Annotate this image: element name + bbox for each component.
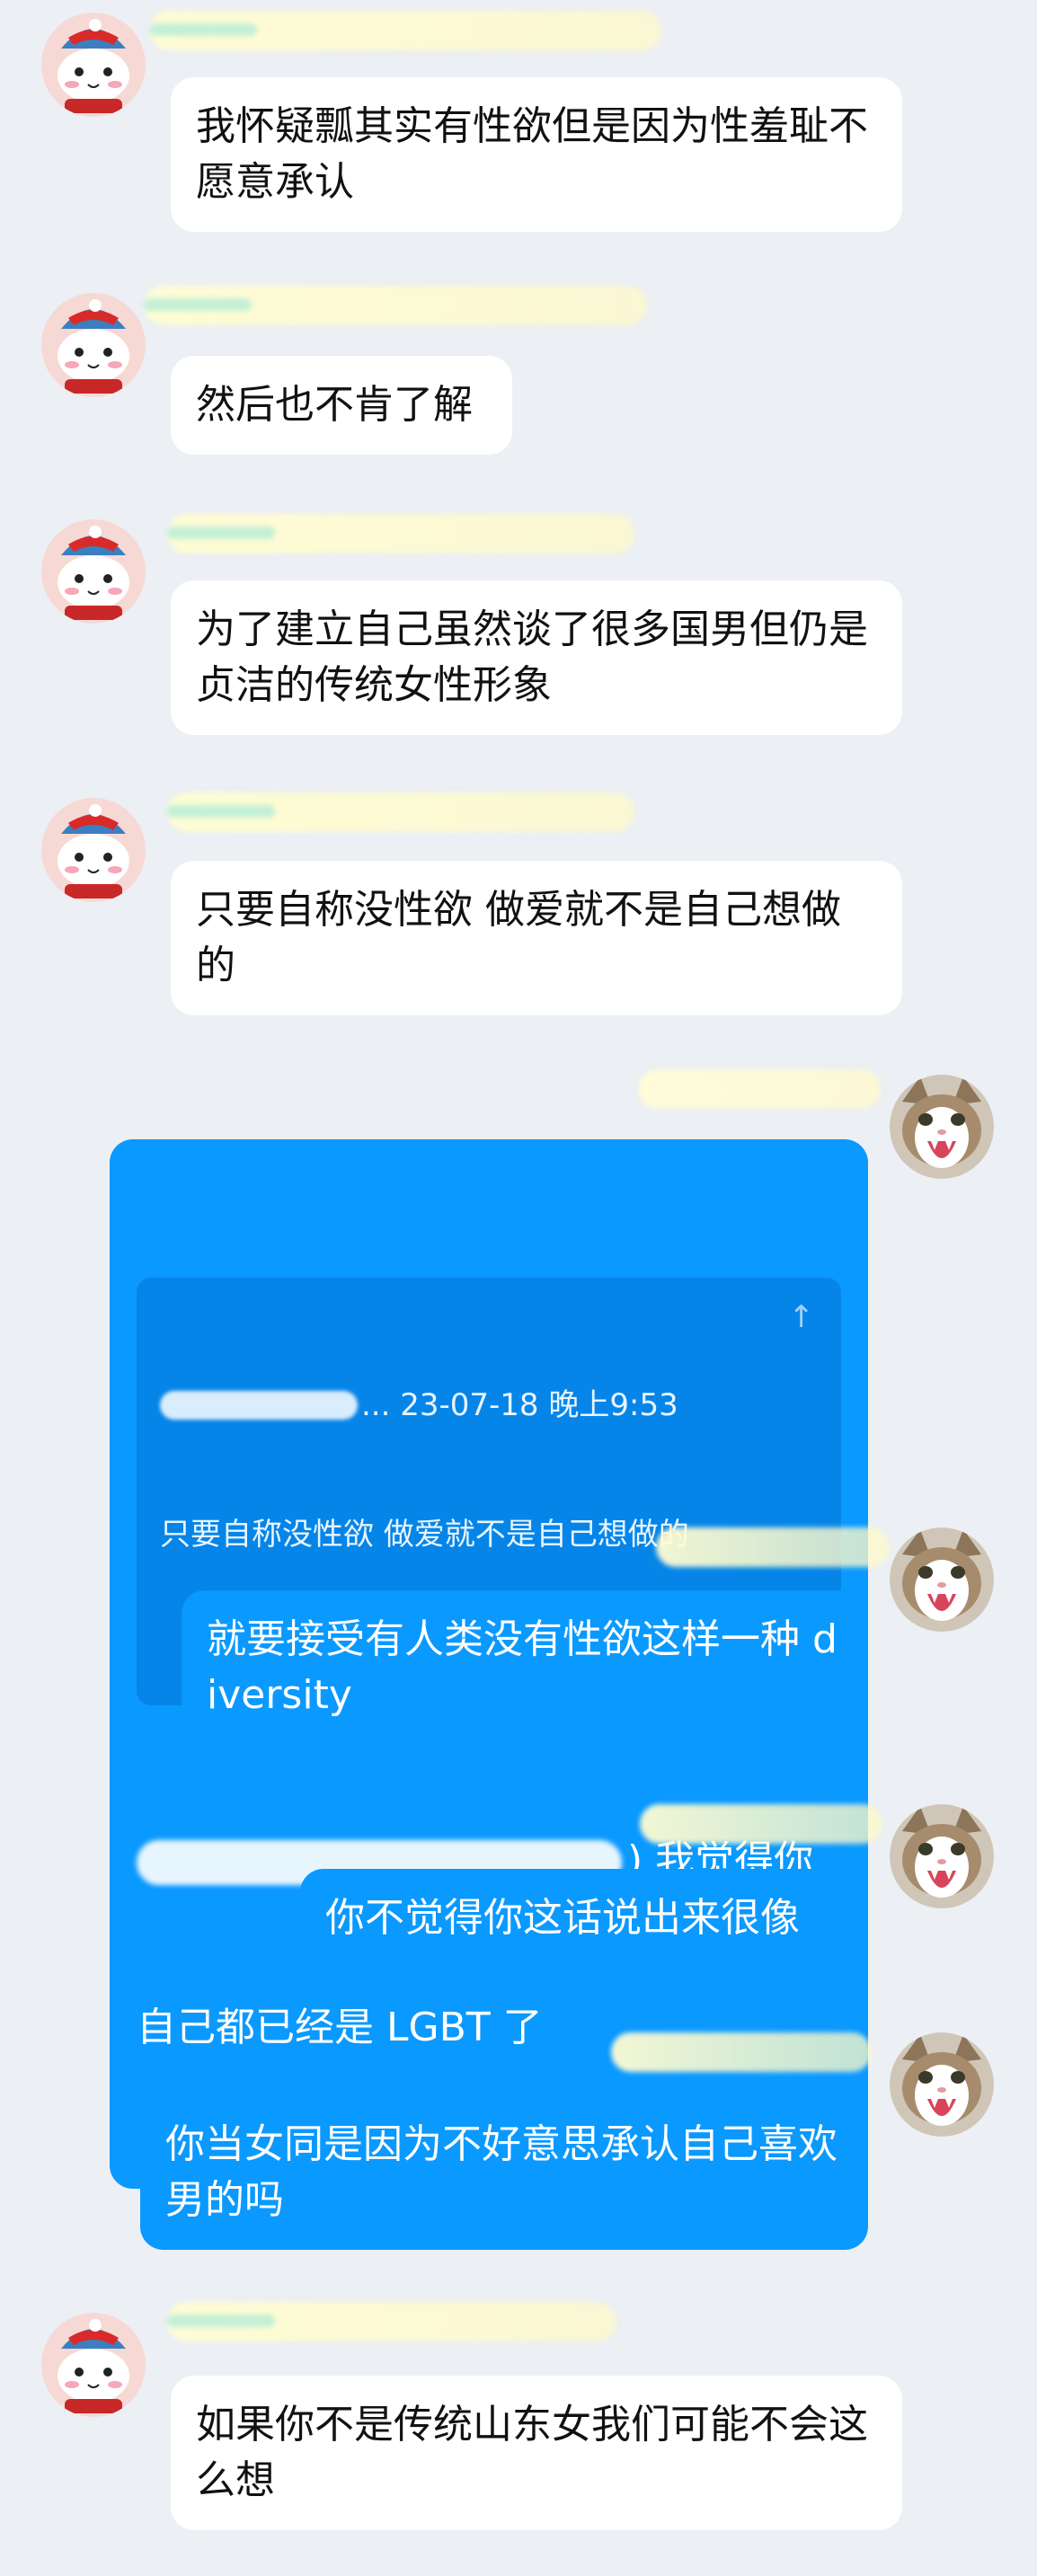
cartoon-cat-avatar-icon[interactable] xyxy=(41,293,146,397)
sender-name-redacted xyxy=(611,2032,872,2072)
message-bubble[interactable]: 我怀疑瓢其实有性欲但是因为性羞耻不愿意承认 xyxy=(171,77,902,232)
cartoon-cat-avatar-icon[interactable] xyxy=(41,2313,146,2417)
message-bubble[interactable]: 你不觉得你这话说出来很像 xyxy=(300,1869,868,1968)
sender-name-redacted xyxy=(656,1527,890,1567)
sender-name-redacted xyxy=(167,2302,616,2341)
cartoon-cat-avatar-icon[interactable] xyxy=(41,519,146,624)
quoted-sender-redacted xyxy=(160,1391,358,1420)
message-bubble[interactable]: 就要接受有人类没有性欲这样一种 diversity xyxy=(182,1590,868,1745)
screaming-cat-avatar-icon[interactable] xyxy=(890,1075,994,1179)
sender-name-redacted xyxy=(640,1804,882,1844)
sender-name-redacted xyxy=(167,792,634,832)
message-bubble[interactable]: 只要自称没性欲 做爱就不是自己想做的 xyxy=(171,861,902,1015)
screaming-cat-avatar-icon[interactable] xyxy=(890,1527,994,1632)
message-bubble[interactable]: 如果你不是传统山东女我们可能不会这么想 xyxy=(171,2376,902,2530)
sender-name-redacted xyxy=(638,1069,881,1109)
message-bubble[interactable]: 你当女同是因为不好意思承认自己喜欢男的吗 xyxy=(140,2095,868,2250)
cartoon-cat-avatar-icon[interactable] xyxy=(41,798,146,902)
message-bubble[interactable]: 然后也不肯了解 xyxy=(171,356,512,455)
quoted-meta: ... 23-07-18 晚上9:53 xyxy=(361,1387,678,1423)
sender-name-redacted xyxy=(144,286,647,325)
screaming-cat-avatar-icon[interactable] xyxy=(890,2032,994,2137)
sender-name-redacted xyxy=(167,514,634,553)
cartoon-cat-avatar-icon[interactable] xyxy=(41,13,146,117)
sender-name-redacted xyxy=(149,11,661,50)
pin-icon[interactable]: ↑ xyxy=(789,1296,815,1339)
screaming-cat-avatar-icon[interactable] xyxy=(890,1804,994,1908)
message-bubble[interactable]: 为了建立自己虽然谈了很多国男但仍是贞洁的传统女性形象 xyxy=(171,580,902,735)
